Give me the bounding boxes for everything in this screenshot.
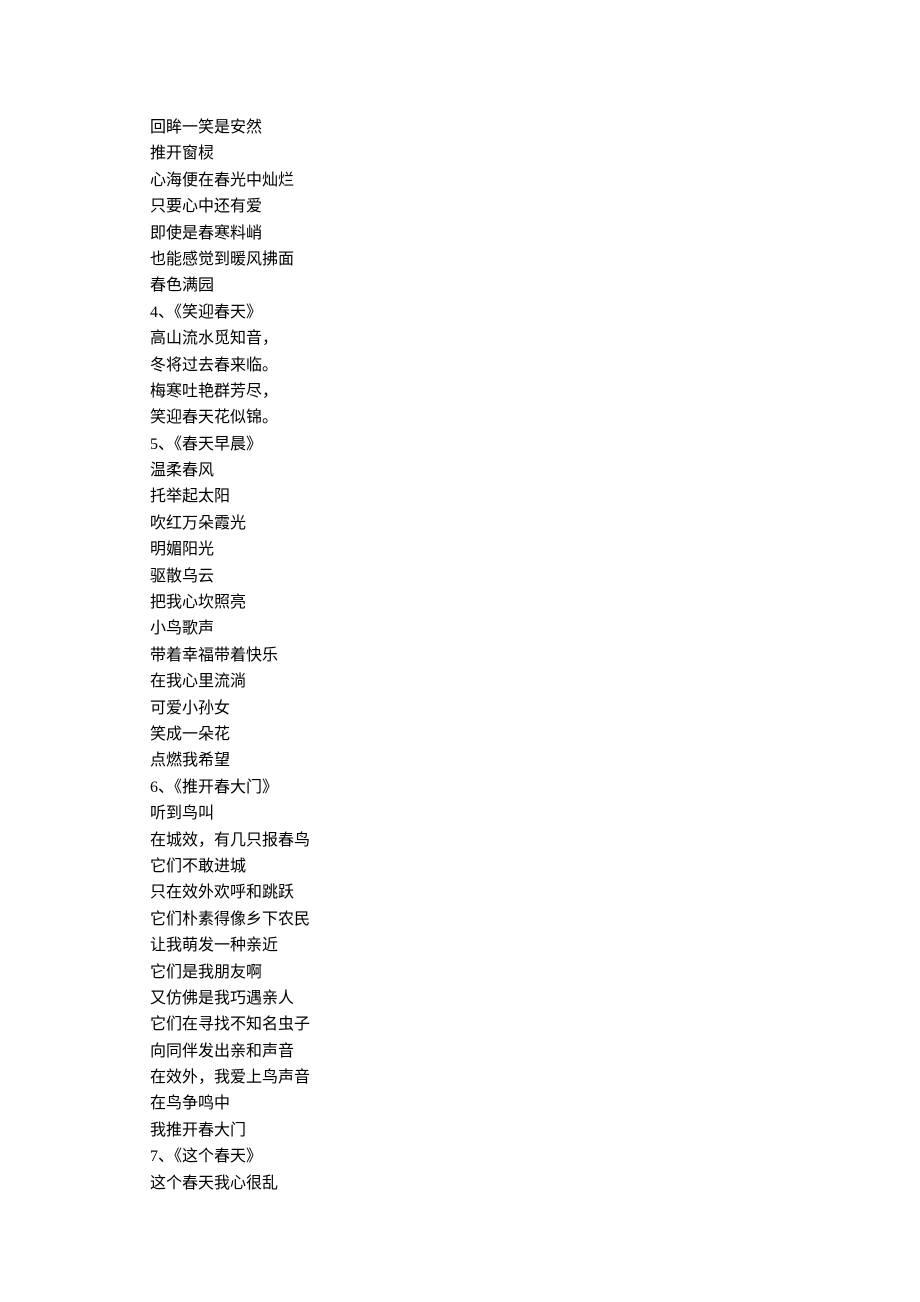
text-line: 7、《这个春天》 bbox=[150, 1144, 920, 1170]
document-page: 回眸一笑是安然推开窗棂心海便在春光中灿烂只要心中还有爱即使是春寒料峭也能感觉到暖… bbox=[0, 0, 920, 1302]
text-body: 回眸一笑是安然推开窗棂心海便在春光中灿烂只要心中还有爱即使是春寒料峭也能感觉到暖… bbox=[150, 115, 920, 1197]
text-line: 在城效，有几只报春鸟 bbox=[150, 828, 920, 854]
text-line: 梅寒吐艳群芳尽， bbox=[150, 379, 920, 405]
text-line: 明媚阳光 bbox=[150, 537, 920, 563]
text-line: 向同伴发出亲和声音 bbox=[150, 1039, 920, 1065]
text-line: 托举起太阳 bbox=[150, 484, 920, 510]
text-line: 它们朴素得像乡下农民 bbox=[150, 907, 920, 933]
text-line: 听到鸟叫 bbox=[150, 801, 920, 827]
text-line: 笑成一朵花 bbox=[150, 722, 920, 748]
text-line: 小鸟歌声 bbox=[150, 616, 920, 642]
text-line: 冬将过去春来临。 bbox=[150, 353, 920, 379]
text-line: 笑迎春天花似锦。 bbox=[150, 405, 920, 431]
text-line: 只在效外欢呼和跳跃 bbox=[150, 880, 920, 906]
text-line: 它们是我朋友啊 bbox=[150, 960, 920, 986]
text-line: 心海便在春光中灿烂 bbox=[150, 168, 920, 194]
text-line: 带着幸福带着快乐 bbox=[150, 643, 920, 669]
text-line: 5、《春天早晨》 bbox=[150, 432, 920, 458]
text-line: 春色满园 bbox=[150, 273, 920, 299]
text-line: 把我心坎照亮 bbox=[150, 590, 920, 616]
text-line: 在效外，我爱上鸟声音 bbox=[150, 1065, 920, 1091]
text-line: 又仿佛是我巧遇亲人 bbox=[150, 986, 920, 1012]
text-line: 点燃我希望 bbox=[150, 748, 920, 774]
text-line: 温柔春风 bbox=[150, 458, 920, 484]
text-line: 我推开春大门 bbox=[150, 1118, 920, 1144]
text-line: 4、《笑迎春天》 bbox=[150, 300, 920, 326]
text-line: 高山流水觅知音， bbox=[150, 326, 920, 352]
text-line: 推开窗棂 bbox=[150, 141, 920, 167]
text-line: 在我心里流淌 bbox=[150, 669, 920, 695]
text-line: 可爱小孙女 bbox=[150, 696, 920, 722]
text-line: 回眸一笑是安然 bbox=[150, 115, 920, 141]
text-line: 它们在寻找不知名虫子 bbox=[150, 1012, 920, 1038]
text-line: 在鸟争鸣中 bbox=[150, 1091, 920, 1117]
text-line: 这个春天我心很乱 bbox=[150, 1171, 920, 1197]
text-line: 吹红万朵霞光 bbox=[150, 511, 920, 537]
text-line: 也能感觉到暖风拂面 bbox=[150, 247, 920, 273]
text-line: 只要心中还有爱 bbox=[150, 194, 920, 220]
text-line: 它们不敢进城 bbox=[150, 854, 920, 880]
text-line: 让我萌发一种亲近 bbox=[150, 933, 920, 959]
text-line: 6、《推开春大门》 bbox=[150, 775, 920, 801]
text-line: 驱散乌云 bbox=[150, 564, 920, 590]
text-line: 即使是春寒料峭 bbox=[150, 221, 920, 247]
